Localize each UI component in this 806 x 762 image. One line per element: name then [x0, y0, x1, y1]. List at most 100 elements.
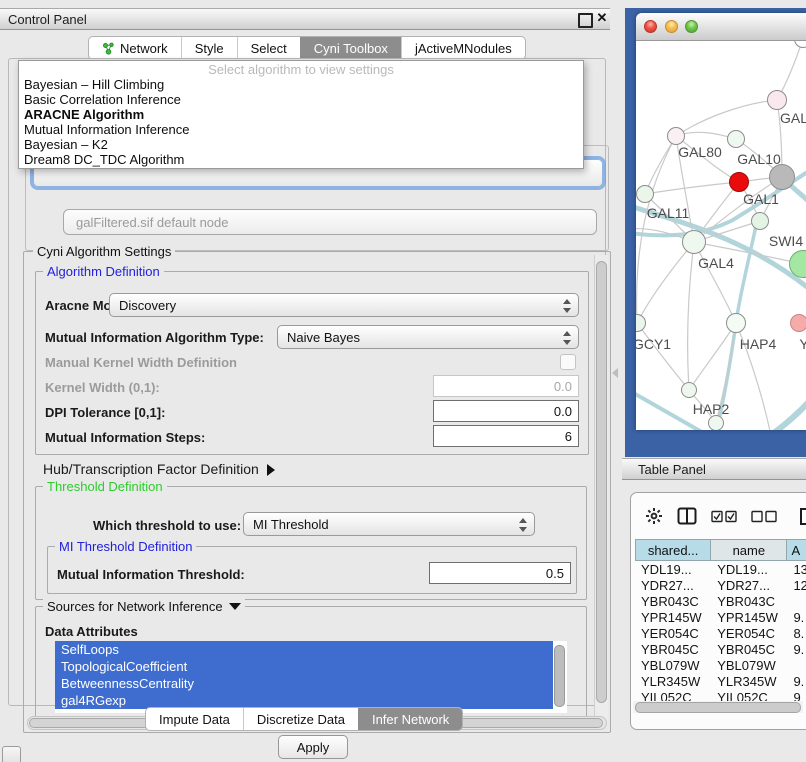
dpi-tolerance-label: DPI Tolerance [0,1]:	[45, 405, 165, 420]
dropdown-items: Bayesian – Hill ClimbingBasic Correlatio…	[19, 77, 583, 167]
sources-group-title[interactable]: Sources for Network Inference	[43, 599, 245, 614]
zoom-traffic-light-icon[interactable]	[685, 20, 698, 33]
table-row[interactable]: YPR145WYPR145W9.	[635, 609, 806, 625]
network-canvas[interactable]: GALGAL80GAL10GAL1GAL11SWI4GAL4GCY1HAP4YH…	[636, 41, 806, 430]
node-gal10[interactable]	[727, 130, 745, 148]
table-row[interactable]: YBR043CYBR043C	[635, 593, 806, 609]
algorithm-option[interactable]: Bayesian – K2	[19, 137, 583, 152]
table-cell: YDR27...	[711, 578, 787, 593]
gear-icon[interactable]	[645, 507, 663, 525]
split-columns-icon[interactable]	[677, 507, 697, 525]
algorithm-option[interactable]: Dream8 DC_TDC Algorithm	[19, 152, 583, 167]
node-label-hap2: HAP2	[693, 401, 730, 417]
table-panel-window: shared... name A YDL19...YDL19...13YDR27…	[630, 492, 806, 730]
table-horizontal-scrollbar[interactable]	[633, 701, 803, 713]
close-traffic-light-icon[interactable]	[644, 20, 657, 33]
node-gal80[interactable]	[667, 127, 685, 145]
table-row[interactable]: YDR27...YDR27...12	[635, 577, 806, 593]
table-cell: YBL079W	[711, 658, 787, 673]
dpi-tolerance-field[interactable]	[433, 400, 579, 422]
deselect-all-checkboxes-icon[interactable]	[751, 510, 777, 523]
table-row[interactable]: YBL079WYBL079W	[635, 657, 806, 673]
minimize-traffic-light-icon[interactable]	[665, 20, 678, 33]
network-icon	[102, 42, 115, 55]
column-header-shared[interactable]: shared...	[635, 539, 711, 561]
tab-network-label: Network	[120, 41, 168, 56]
select-all-checkboxes-icon[interactable]	[711, 510, 737, 523]
mi-type-combo[interactable]: Naive Bayes	[277, 325, 579, 349]
tab-jactivemnodules[interactable]: jActiveMNodules	[401, 37, 525, 59]
node-label-hap4: HAP4	[740, 336, 777, 352]
new-table-icon[interactable]	[799, 506, 806, 526]
expand-right-icon	[267, 464, 275, 476]
data-attributes-list[interactable]: SelfLoopsTopologicalCoefficientBetweenne…	[55, 641, 567, 713]
node-pink-right[interactable]	[790, 314, 806, 332]
node-bottom[interactable]	[708, 415, 724, 430]
control-panel-tabs: Network Style Select Cyni Toolbox jActiv…	[88, 36, 526, 60]
node-gal11[interactable]	[636, 185, 654, 203]
splitter-collapse-icon[interactable]	[612, 368, 618, 378]
tab-cyni-toolbox[interactable]: Cyni Toolbox	[300, 37, 401, 59]
tab-style[interactable]: Style	[181, 37, 237, 59]
table-cell: YLR345W	[635, 674, 711, 689]
table-cell: YLR345W	[711, 674, 787, 689]
node-hap2[interactable]	[681, 382, 697, 398]
mi-steps-field[interactable]	[433, 425, 579, 447]
manual-kernel-label: Manual Kernel Width Definition	[45, 355, 237, 370]
column-header-clipped[interactable]: A	[787, 539, 806, 561]
corner-grip-button[interactable]	[2, 746, 21, 762]
node-gal4[interactable]	[682, 230, 706, 254]
node-swi4[interactable]	[751, 212, 769, 230]
data-attribute-item[interactable]: BetweennessCentrality	[55, 675, 553, 692]
network-window-titlebar[interactable]	[636, 13, 806, 41]
control-panel-title: Control Panel	[8, 12, 87, 27]
table-row[interactable]: YBR045CYBR045C9.	[635, 641, 806, 657]
table-cell: 9.	[787, 674, 806, 689]
node-red[interactable]	[729, 172, 749, 192]
table-data-combo[interactable]: galFiltered.sif default node	[63, 209, 597, 235]
algorithm-option[interactable]: Basic Correlation Inference	[19, 92, 583, 107]
algorithm-option[interactable]: Mutual Information Inference	[19, 122, 583, 137]
table-row[interactable]: YDL19...YDL19...13	[635, 561, 806, 577]
tab-impute-data[interactable]: Impute Data	[146, 708, 243, 730]
table-row[interactable]: YLR345WYLR345W9.	[635, 673, 806, 689]
tab-discretize-data[interactable]: Discretize Data	[243, 708, 358, 730]
data-attribute-item[interactable]: SelfLoops	[55, 641, 553, 658]
hub-definition-toggle[interactable]: Hub/Transcription Factor Definition	[43, 461, 275, 477]
node-pink-upper[interactable]	[767, 90, 787, 110]
apply-button[interactable]: Apply	[278, 735, 348, 759]
table-cell: 8.	[787, 626, 806, 641]
close-icon[interactable]: ✕	[595, 10, 609, 26]
mi-type-label: Mutual Information Algorithm Type:	[45, 330, 264, 345]
table-cell: YPR145W	[711, 610, 787, 625]
node-gray[interactable]	[769, 164, 795, 190]
manual-kernel-checkbox[interactable]	[560, 354, 576, 370]
table-cell: YBR045C	[635, 642, 711, 657]
node-hap4[interactable]	[726, 313, 746, 333]
tab-select[interactable]: Select	[237, 37, 300, 59]
node-label-gal: GAL	[780, 110, 806, 126]
algorithm-definition-title: Algorithm Definition	[43, 264, 164, 279]
table-rows[interactable]: YDL19...YDL19...13YDR27...YDR27...12YBR0…	[635, 561, 806, 709]
aracne-mode-combo[interactable]: Discovery	[109, 293, 579, 317]
algorithm-option[interactable]: ARACNE Algorithm	[19, 107, 583, 122]
algorithm-dropdown-popup: Select algorithm to view settings Bayesi…	[18, 60, 584, 169]
table-cell: YBR043C	[711, 594, 787, 609]
float-panel-icon[interactable]	[578, 13, 593, 28]
table-cell: YDL19...	[635, 562, 711, 577]
kernel-width-field[interactable]	[433, 375, 579, 397]
data-attribute-item[interactable]: TopologicalCoefficient	[55, 658, 553, 675]
table-row[interactable]: YER054CYER054C8.	[635, 625, 806, 641]
column-header-name[interactable]: name	[711, 539, 787, 561]
settings-vertical-scrollbar[interactable]	[594, 255, 608, 727]
node-label-gal11: GAL11	[647, 205, 690, 221]
tab-network[interactable]: Network	[89, 37, 181, 59]
which-threshold-combo[interactable]: MI Threshold	[243, 512, 535, 536]
attributes-scrollbar[interactable]	[553, 643, 565, 711]
node-label-swi4: SWI4	[769, 233, 803, 249]
mi-threshold-field[interactable]	[429, 562, 571, 584]
algorithm-option[interactable]: Bayesian – Hill Climbing	[19, 77, 583, 92]
table-cell: YBR043C	[635, 594, 711, 609]
tab-infer-network[interactable]: Infer Network	[358, 708, 462, 730]
mi-steps-label: Mutual Information Steps:	[45, 430, 205, 445]
